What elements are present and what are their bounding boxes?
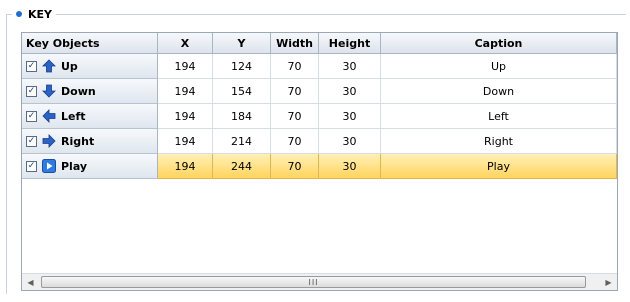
arrow-left-icon: [41, 108, 57, 124]
row-label: Play: [61, 159, 88, 173]
cell-height[interactable]: 30: [319, 129, 381, 154]
cell-x[interactable]: 194: [158, 79, 213, 104]
row-label: Up: [61, 59, 78, 73]
row-header-left[interactable]: ✓ Left: [22, 104, 158, 129]
bullet-icon: [16, 11, 22, 17]
cell-y[interactable]: 154: [213, 79, 271, 104]
row-checkbox[interactable]: ✓: [26, 60, 37, 72]
row-header-right[interactable]: ✓ Right: [22, 129, 158, 154]
cell-height[interactable]: 30: [319, 154, 381, 179]
row-checkbox[interactable]: ✓: [26, 85, 37, 97]
cell-x[interactable]: 194: [158, 154, 213, 179]
cell-y[interactable]: 124: [213, 54, 271, 79]
cell-height[interactable]: 30: [319, 54, 381, 79]
cell-caption[interactable]: Left: [381, 104, 617, 129]
column-header-caption[interactable]: Caption: [381, 33, 617, 54]
cell-y[interactable]: 214: [213, 129, 271, 154]
group-title: KEY: [28, 7, 53, 21]
row-label: Down: [61, 84, 96, 98]
chevron-left-icon: ◀: [27, 277, 34, 287]
grip-icon: III: [308, 277, 319, 287]
key-objects-grid[interactable]: Key Objects X Y Width Height Caption ✓ Up…: [21, 32, 618, 291]
group-legend: KEY: [12, 6, 57, 22]
arrow-down-icon: [41, 83, 57, 99]
cell-x[interactable]: 194: [158, 54, 213, 79]
row-label: Right: [61, 134, 95, 148]
play-icon: [41, 158, 57, 174]
cell-y[interactable]: 244: [213, 154, 271, 179]
cell-x[interactable]: 194: [158, 129, 213, 154]
row-header-down[interactable]: ✓ Down: [22, 79, 158, 104]
cell-height[interactable]: 30: [319, 104, 381, 129]
column-header-y[interactable]: Y: [213, 33, 271, 54]
cell-width[interactable]: 70: [271, 154, 319, 179]
cell-caption[interactable]: Right: [381, 129, 617, 154]
row-label: Left: [61, 109, 86, 123]
arrow-right-icon: [41, 133, 57, 149]
column-header-x[interactable]: X: [158, 33, 213, 54]
group-border-top: [6, 14, 626, 15]
group-border-left: [6, 14, 7, 294]
cell-height[interactable]: 30: [319, 79, 381, 104]
cell-width[interactable]: 70: [271, 79, 319, 104]
scrollbar-thumb[interactable]: III: [41, 276, 586, 288]
cell-x[interactable]: 194: [158, 104, 213, 129]
row-header-play[interactable]: ✓ Play: [22, 154, 158, 179]
column-header-width[interactable]: Width: [271, 33, 319, 54]
chevron-right-icon: ▶: [605, 277, 612, 287]
cell-width[interactable]: 70: [271, 54, 319, 79]
column-header-height[interactable]: Height: [319, 33, 381, 54]
horizontal-scrollbar[interactable]: ◀ III ▶: [22, 273, 617, 290]
row-checkbox[interactable]: ✓: [26, 110, 37, 122]
cell-caption[interactable]: Down: [381, 79, 617, 104]
cell-width[interactable]: 70: [271, 129, 319, 154]
scroll-right-button[interactable]: ▶: [600, 274, 617, 290]
cell-y[interactable]: 184: [213, 104, 271, 129]
row-checkbox[interactable]: ✓: [26, 135, 37, 147]
row-header-up[interactable]: ✓ Up: [22, 54, 158, 79]
scroll-left-button[interactable]: ◀: [22, 274, 39, 290]
cell-caption[interactable]: Play: [381, 154, 617, 179]
arrow-up-icon: [41, 58, 57, 74]
column-header-key-objects[interactable]: Key Objects: [22, 33, 158, 54]
cell-caption[interactable]: Up: [381, 54, 617, 79]
row-checkbox[interactable]: ✓: [26, 160, 37, 172]
cell-width[interactable]: 70: [271, 104, 319, 129]
